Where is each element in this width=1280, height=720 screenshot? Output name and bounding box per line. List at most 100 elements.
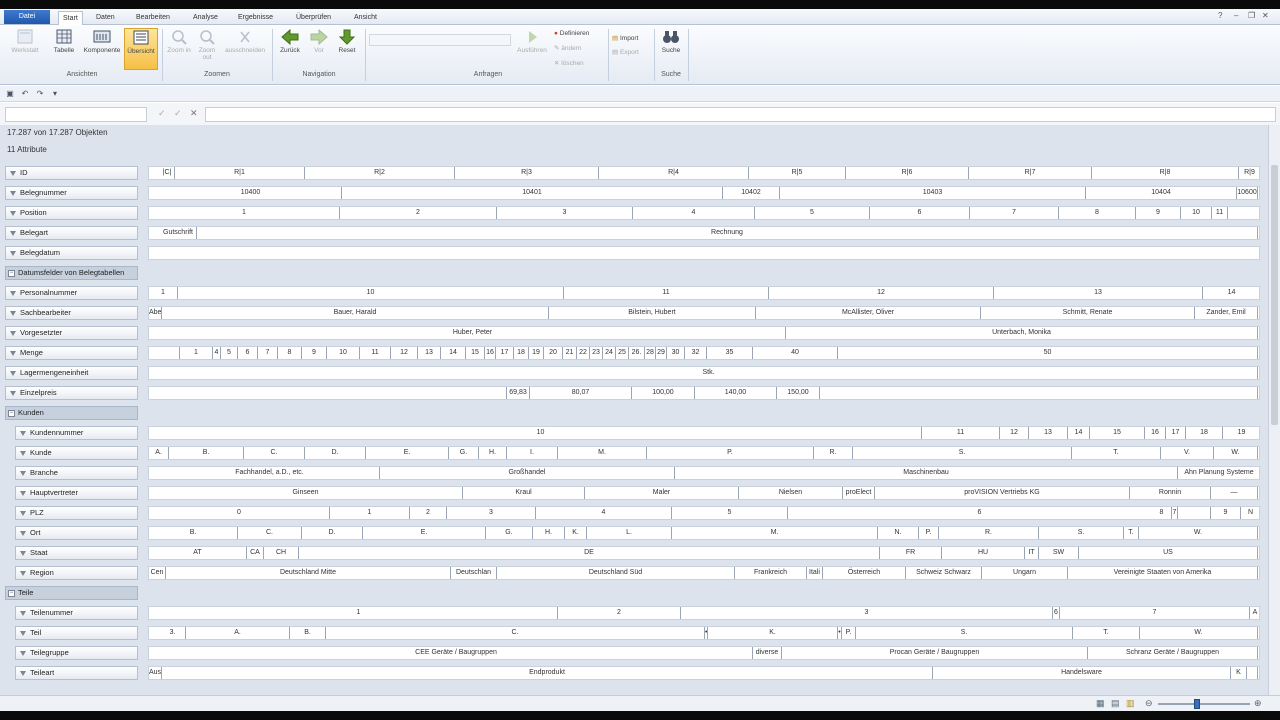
value-segment[interactable]: 10404 <box>1086 187 1237 199</box>
attribute-value-bar[interactable]: 0123456789N <box>148 506 1260 520</box>
close-icon[interactable]: ✕ <box>1262 11 1269 20</box>
value-segment[interactable]: 19 <box>529 347 544 359</box>
value-segment[interactable]: G. <box>449 447 479 459</box>
value-segment[interactable]: 3 <box>681 607 1053 619</box>
attribute-row-label[interactable]: Sachbearbeiter <box>5 306 138 320</box>
value-segment[interactable]: Handelsware <box>933 667 1231 679</box>
attribute-value-bar[interactable]: 10 11 12 13 14 15 16 17 18 19 <box>148 426 1260 440</box>
help-icon[interactable]: ? <box>1218 11 1222 20</box>
value-segment[interactable]: — <box>1211 487 1258 499</box>
tab-analyse[interactable]: Analyse <box>189 11 222 25</box>
value-segment[interactable]: 11 <box>564 287 769 299</box>
value-segment[interactable]: A. <box>149 447 169 459</box>
value-segment[interactable]: 23 <box>590 347 603 359</box>
import-button[interactable]: ▤ Import <box>612 34 638 44</box>
value-segment[interactable]: 2 <box>340 207 497 219</box>
attribute-value-bar[interactable]: Stk. <box>148 366 1260 380</box>
value-segment[interactable]: Bauer, Harald <box>162 307 549 319</box>
value-segment[interactable]: Abe <box>149 307 162 319</box>
zoom-slider-thumb[interactable] <box>1194 699 1200 709</box>
value-segment[interactable]: 6 <box>1053 607 1060 619</box>
attribute-value-bar[interactable]: 1 10 11 12 13 14 <box>148 286 1260 300</box>
value-segment[interactable]: W. <box>1139 527 1258 539</box>
value-segment[interactable]: K. <box>565 527 587 539</box>
value-segment[interactable]: 25 <box>616 347 629 359</box>
filter-icon[interactable] <box>20 530 26 536</box>
value-segment[interactable]: Bilstein, Hubert <box>549 307 756 319</box>
attribute-row-label[interactable]: − Datumsfelder von Belegtabellen <box>5 266 138 280</box>
value-segment[interactable]: H. <box>533 527 565 539</box>
attribute-value-bar[interactable]: |C| R|1 R|2 R|3 R|4 R|5 R|6 R|7 R|8 R|9 <box>148 166 1260 180</box>
value-segment[interactable]: 8 <box>1113 507 1211 519</box>
tab-ergebnisse[interactable]: Ergebnisse <box>234 11 277 25</box>
zoom-slider[interactable] <box>1158 703 1250 705</box>
value-segment[interactable]: 26. <box>629 347 645 359</box>
value-segment[interactable]: 3. <box>160 627 186 639</box>
filter-icon[interactable] <box>10 230 16 236</box>
attribute-value-bar[interactable]: A. B. C. D. E. G. H. I. M. P. R. S. T. V. W. <box>148 446 1260 460</box>
value-segment[interactable]: 13 <box>418 347 441 359</box>
tab-start[interactable]: Start <box>58 11 83 26</box>
value-segment[interactable] <box>820 387 1258 399</box>
attribute-row-label[interactable]: − Teile <box>5 586 138 600</box>
suche-button[interactable]: Suche <box>658 28 684 70</box>
filter-icon[interactable] <box>20 630 26 636</box>
value-segment[interactable]: 4 <box>536 507 672 519</box>
save-icon[interactable]: ▣ <box>5 89 15 99</box>
value-segment[interactable]: 5 <box>221 347 238 359</box>
value-segment[interactable]: 10600 <box>1237 187 1258 199</box>
value-segment[interactable]: P. <box>919 527 939 539</box>
minimize-icon[interactable]: – <box>1234 11 1238 20</box>
value-segment[interactable]: 15 <box>466 347 485 359</box>
value-segment[interactable]: 69,83 <box>507 387 530 399</box>
value-segment[interactable]: 29 <box>656 347 667 359</box>
value-segment[interactable]: 11 <box>360 347 391 359</box>
value-segment[interactable]: T. <box>1072 447 1161 459</box>
value-segment[interactable]: S. <box>853 447 1072 459</box>
attribute-value-bar[interactable]: 12367A <box>148 606 1260 620</box>
value-segment[interactable]: 10401 <box>342 187 723 199</box>
value-segment[interactable]: 15 <box>1090 427 1145 439</box>
query-dropdown[interactable] <box>369 34 511 46</box>
attribute-value-bar[interactable]: Fachhandel, a.D., etc. Großhandel Maschine… <box>148 466 1260 480</box>
filter-icon[interactable] <box>10 350 16 356</box>
value-segment[interactable]: A. <box>186 627 290 639</box>
attribute-row-label[interactable]: Position <box>5 206 138 220</box>
value-segment[interactable]: 20 <box>544 347 563 359</box>
value-segment[interactable]: Huber, Peter <box>160 327 786 339</box>
attribute-value-bar[interactable]: Huber, Peter Unterbach, Monika <box>148 326 1260 340</box>
filter-icon[interactable] <box>20 610 26 616</box>
attribute-row-label[interactable]: Einzelpreis <box>5 386 138 400</box>
tabelle-button[interactable]: Tabelle <box>48 28 80 70</box>
value-segment[interactable]: 12 <box>391 347 418 359</box>
value-segment[interactable]: K. <box>708 627 838 639</box>
value-segment[interactable]: G. <box>486 527 533 539</box>
filter-icon[interactable] <box>10 190 16 196</box>
ausfuehren-button[interactable]: Ausführen <box>514 28 550 70</box>
view-page-icon[interactable]: ▥ <box>1126 698 1135 709</box>
value-segment[interactable]: SW <box>1039 547 1079 559</box>
filter-icon[interactable] <box>20 550 26 556</box>
filter-icon[interactable] <box>20 450 26 456</box>
value-segment[interactable]: 30 <box>667 347 685 359</box>
attribute-row-label[interactable]: Kundennummer <box>15 426 138 440</box>
filter-icon[interactable] <box>20 470 26 476</box>
aendern-button[interactable]: ✎ ändern <box>554 44 582 54</box>
value-segment[interactable]: 8 <box>278 347 302 359</box>
attribute-value-bar[interactable]: Gutschrift Rechnung <box>148 226 1260 240</box>
value-segment[interactable]: Aus <box>149 667 162 679</box>
value-segment[interactable]: I. <box>507 447 558 459</box>
value-segment[interactable]: 1 <box>180 347 213 359</box>
value-segment[interactable]: Ginseen <box>149 487 463 499</box>
value-segment[interactable]: Itali <box>807 567 823 579</box>
value-segment[interactable]: P. <box>647 447 814 459</box>
value-segment[interactable]: Österreich <box>823 567 906 579</box>
ausschneiden-button[interactable]: ausschneiden <box>222 28 268 70</box>
value-segment[interactable]: 50 <box>838 347 1258 359</box>
value-segment[interactable]: 12 <box>1000 427 1029 439</box>
attribute-value-bar[interactable]: 69,83 80,07 100,00 140,00 150,00 <box>148 386 1260 400</box>
filter-icon[interactable] <box>20 490 26 496</box>
value-segment[interactable]: 0 <box>149 507 330 519</box>
value-segment[interactable]: 9 <box>1211 507 1241 519</box>
value-segment[interactable]: V. <box>1161 447 1214 459</box>
